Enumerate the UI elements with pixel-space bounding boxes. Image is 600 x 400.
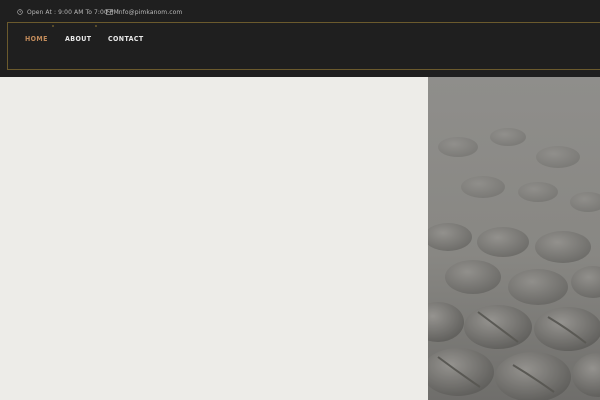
opening-hours: Open At : 9:00 AM To 7:00 PM bbox=[17, 7, 119, 17]
hero-content-panel bbox=[0, 77, 428, 400]
top-info-bar: Open At : 9:00 AM To 7:00 PM info@pimkan… bbox=[0, 0, 600, 22]
clock-icon bbox=[17, 9, 23, 15]
coffee-beans-image bbox=[428, 77, 600, 400]
nav-about-link[interactable]: ABOUT bbox=[65, 35, 91, 43]
nav-contact-link[interactable]: CONTACT bbox=[108, 35, 144, 43]
nav-separator-dot bbox=[95, 25, 97, 27]
nav-home-link[interactable]: HOME bbox=[25, 35, 48, 43]
hero-image bbox=[428, 77, 600, 400]
contact-email[interactable]: info@pimkanom.com bbox=[106, 7, 182, 17]
header-bottom-strip bbox=[0, 70, 600, 77]
main-navigation-bar bbox=[7, 22, 600, 70]
nav-separator-dot bbox=[52, 25, 54, 27]
mail-icon bbox=[106, 9, 113, 15]
contact-email-text[interactable]: info@pimkanom.com bbox=[117, 9, 182, 16]
